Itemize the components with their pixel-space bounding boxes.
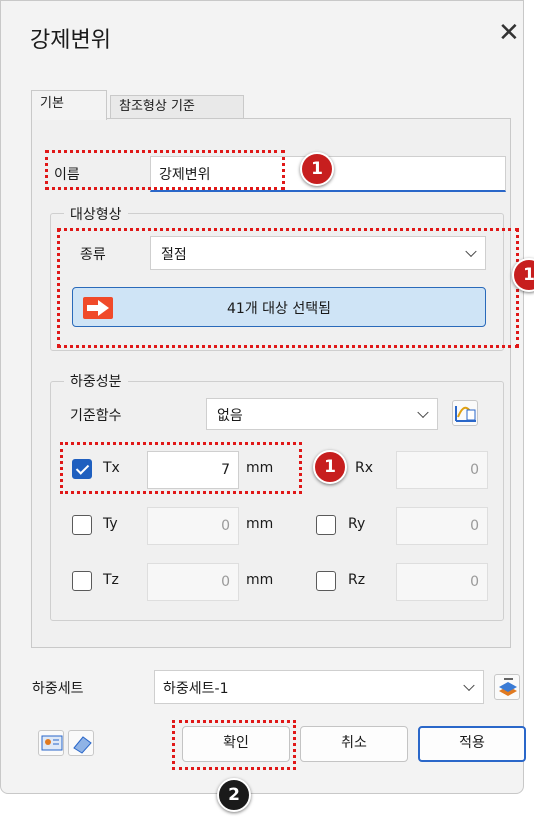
base-function-label: 기준함수 — [70, 408, 122, 424]
callout-badge-1: 1 — [300, 152, 334, 186]
apply-button[interactable]: 적용 — [418, 726, 526, 762]
rx-input[interactable]: 0 — [396, 451, 488, 489]
ry-input[interactable]: 0 — [396, 507, 488, 545]
cancel-button[interactable]: 취소 — [300, 726, 408, 762]
tab-basic[interactable]: 기본 — [31, 90, 107, 120]
close-icon[interactable]: ✕ — [498, 20, 520, 46]
chevron-down-icon — [463, 679, 475, 692]
highlight-name — [45, 150, 285, 190]
ty-unit: mm — [246, 516, 274, 532]
tz-checkbox[interactable] — [72, 571, 92, 591]
rz-label: Rz — [348, 572, 366, 588]
ty-label: Ty — [103, 516, 118, 532]
load-set-value: 하중세트-1 — [163, 681, 229, 697]
base-function-select[interactable]: 없음 — [206, 398, 438, 430]
ty-checkbox[interactable] — [72, 515, 92, 535]
eraser-icon[interactable] — [68, 730, 94, 756]
load-group-legend: 하중성분 — [64, 371, 128, 391]
callout-badge-1c: 1 — [313, 450, 347, 484]
rx-label: Rx — [355, 460, 374, 476]
ry-checkbox[interactable] — [316, 515, 336, 535]
function-graph-icon[interactable] — [452, 400, 478, 426]
ry-label: Ry — [348, 516, 366, 532]
rz-input[interactable]: 0 — [396, 563, 488, 601]
highlight-tx — [60, 442, 302, 494]
base-function-value: 없음 — [217, 408, 243, 424]
dialog-title: 강제변위 — [30, 28, 111, 53]
rz-checkbox[interactable] — [316, 571, 336, 591]
tz-input[interactable]: 0 — [147, 563, 239, 601]
tab-reference-shape[interactable]: 참조형상 기준 — [110, 95, 244, 119]
callout-badge-2: 2 — [217, 778, 251, 812]
highlight-target — [57, 228, 519, 348]
target-group-legend: 대상형상 — [64, 204, 128, 224]
load-set-select[interactable]: 하중세트-1 — [154, 670, 484, 704]
ty-input[interactable]: 0 — [147, 507, 239, 545]
load-set-label: 하중세트 — [32, 681, 84, 697]
chevron-down-icon — [417, 406, 429, 419]
info-card-icon[interactable] — [38, 730, 64, 756]
tz-label: Tz — [103, 572, 119, 588]
load-set-edit-icon[interactable] — [494, 674, 520, 700]
tz-unit: mm — [246, 572, 274, 588]
highlight-ok — [172, 720, 296, 770]
